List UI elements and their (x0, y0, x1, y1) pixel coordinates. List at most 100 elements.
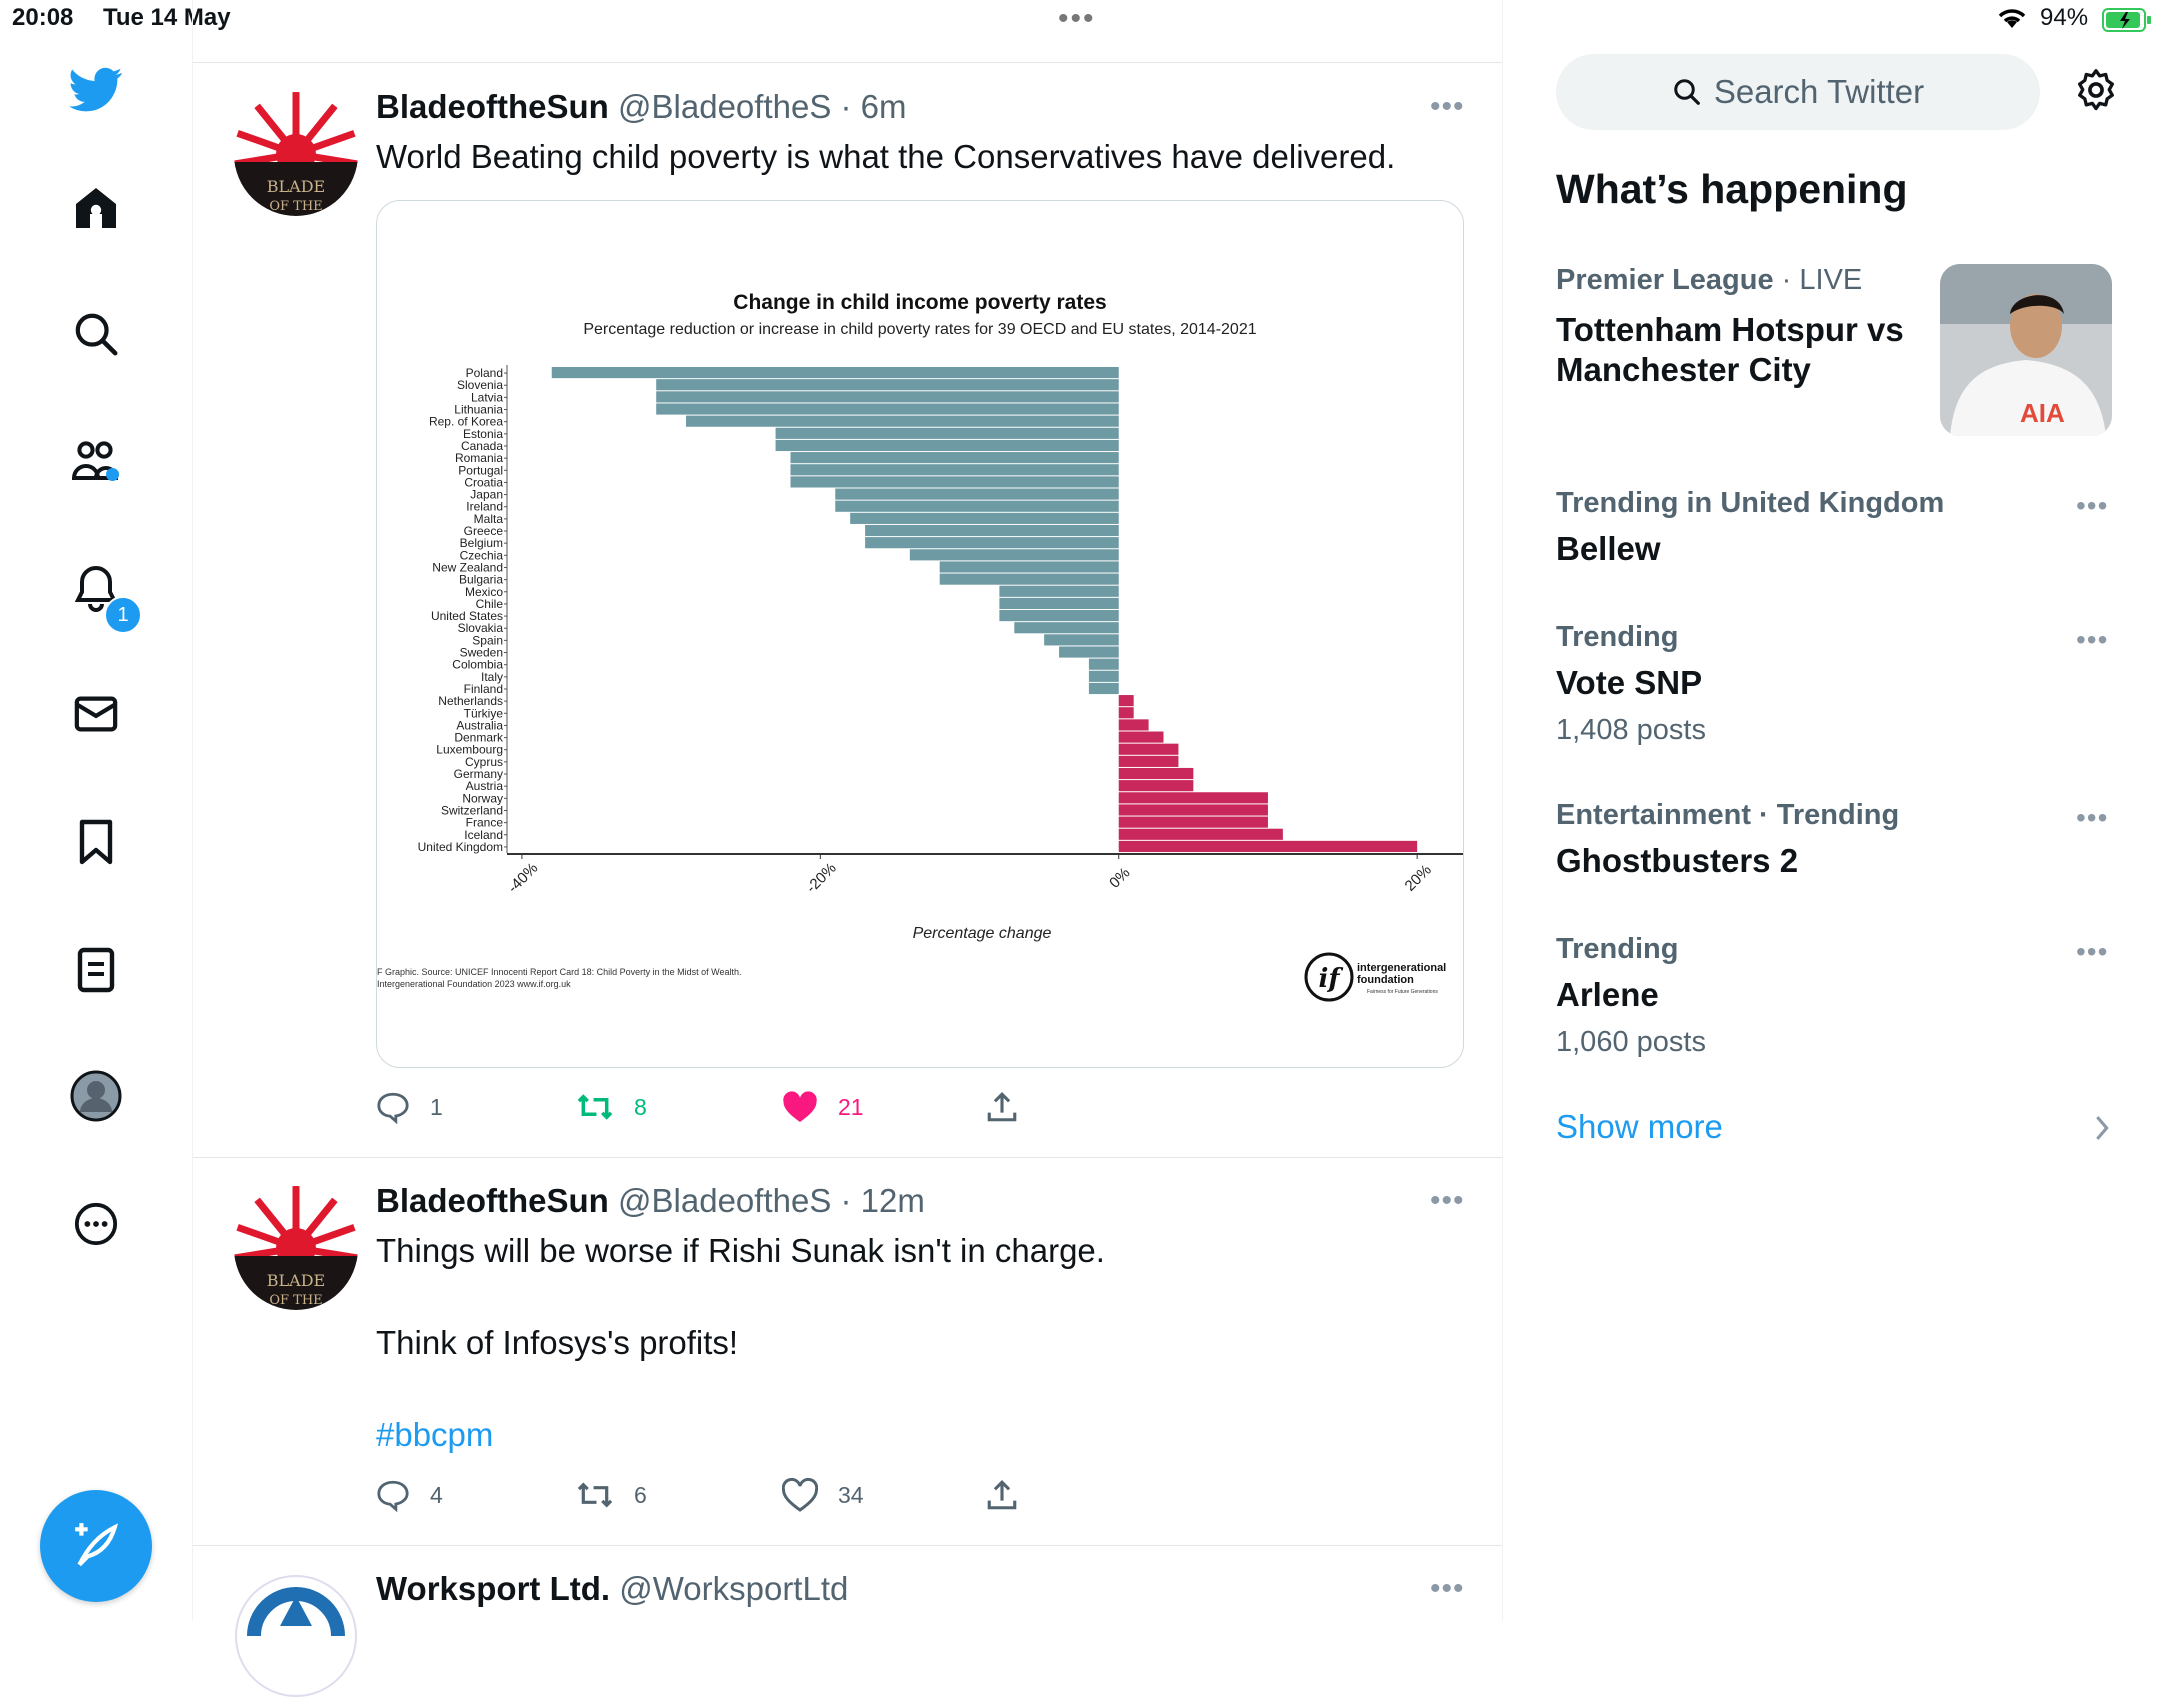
bar-ireland (835, 500, 1119, 512)
share-button[interactable] (986, 1090, 1038, 1124)
intergenerational-foundation-logo: if intergenerational foundation Fairness… (1304, 952, 1446, 1002)
search-icon[interactable] (66, 304, 126, 364)
avatar[interactable]: BLADE OF THE (234, 92, 358, 216)
svg-text:BLADE: BLADE (267, 177, 325, 196)
author-name[interactable]: BladeoftheSun (376, 88, 609, 125)
bar-cyprus (1118, 755, 1179, 767)
tweet-divider (193, 1157, 1502, 1158)
tweet-image-card[interactable]: Change in child income poverty rates Per… (376, 200, 1464, 1068)
bar-italy (1088, 670, 1119, 682)
bar-latvia (656, 391, 1119, 403)
lists-icon[interactable] (66, 940, 126, 1000)
author-name[interactable]: Worksport Ltd. (376, 1570, 610, 1607)
author-handle[interactable]: @BladeoftheS (618, 88, 831, 125)
tweet-time[interactable]: · 6m (841, 88, 907, 125)
search-icon (1674, 79, 1700, 105)
compose-feather-icon (75, 1523, 119, 1567)
tweet-time[interactable]: · 12m (841, 1182, 925, 1219)
chart-xlabel: Percentage change (913, 925, 1052, 942)
bookmarks-icon[interactable] (66, 812, 126, 872)
tweet-more-button[interactable]: ••• (1430, 90, 1465, 124)
right-divider (1502, 0, 1503, 1620)
trend-category: Trending (1556, 621, 1679, 653)
bar-bulgaria (939, 573, 1119, 585)
bar-united-states (999, 610, 1119, 622)
compose-tweet-button[interactable] (40, 1490, 152, 1602)
share-button[interactable] (986, 1478, 1038, 1512)
bar-poland (551, 367, 1119, 379)
trend-title: Ghostbusters 2 (1556, 842, 1799, 879)
show-more-link[interactable]: Show more (1556, 1108, 1723, 1146)
like-count: 21 (838, 1093, 864, 1120)
left-navigation: 1 (0, 40, 192, 1620)
trend-post-count: 1,408 posts (1556, 714, 1706, 746)
tweet-more-button[interactable]: ••• (1430, 1572, 1465, 1606)
reply-count: 4 (430, 1481, 443, 1508)
status-bar: 20:08 Tue 14 May ••• 94% (0, 0, 2160, 40)
bar-denmark (1118, 731, 1164, 743)
logo-tagline: Fairness for Future Generations (1367, 989, 1438, 995)
bar-chile (999, 597, 1119, 609)
trend-more-button[interactable]: ••• (2076, 802, 2108, 834)
bar-new-zealand (939, 561, 1119, 573)
bar-mexico (999, 585, 1119, 597)
like-button[interactable]: 21 (782, 1090, 864, 1124)
trend-more-button[interactable]: ••• (2076, 624, 2108, 656)
svg-text:if: if (1318, 964, 1343, 994)
trend-title: Vote SNP (1556, 664, 1703, 701)
like-button[interactable]: 34 (782, 1478, 864, 1512)
retweet-button[interactable]: 8 (576, 1090, 647, 1124)
tweet-text-line: Things will be worse if Rishi Sunak isn'… (376, 1232, 1105, 1269)
trend-category: Trending (1556, 933, 1679, 965)
twitter-logo-icon[interactable] (66, 60, 126, 120)
bar-malta (850, 512, 1119, 524)
bar-germany (1118, 767, 1194, 780)
retweet-icon (577, 1094, 613, 1120)
wifi-icon (1998, 9, 2026, 28)
news-title-line: Manchester City (1556, 351, 1811, 388)
heart-filled-icon (783, 1091, 817, 1122)
more-icon[interactable] (66, 1194, 126, 1254)
multitasking-dots[interactable]: ••• (1058, 2, 1096, 36)
home-icon[interactable] (66, 178, 126, 238)
svg-text:OF THE: OF THE (269, 199, 322, 214)
reply-button[interactable]: 4 (376, 1478, 443, 1512)
search-bar[interactable]: Search Twitter (1556, 54, 2040, 130)
avatar[interactable] (234, 1574, 358, 1698)
communities-icon[interactable] (66, 430, 126, 490)
category-label: United Kingdom (418, 840, 503, 854)
reply-button[interactable]: 1 (376, 1090, 443, 1124)
bar-lithuania (656, 403, 1119, 415)
reply-icon (377, 1480, 409, 1512)
author-handle[interactable]: @BladeoftheS (618, 1182, 831, 1219)
retweet-button[interactable]: 6 (576, 1478, 647, 1512)
author-handle[interactable]: @WorksportLtd (619, 1570, 848, 1607)
bar-greece (865, 524, 1119, 537)
bar-norway (1118, 792, 1268, 804)
bar-sweden (1059, 646, 1119, 658)
tweet-more-button[interactable]: ••• (1430, 1184, 1465, 1218)
bar-australia (1118, 719, 1149, 731)
profile-icon[interactable] (66, 1066, 126, 1126)
hashtag-link[interactable]: #bbcpm (376, 1416, 493, 1454)
tweet-text: World Beating child poverty is what the … (376, 138, 1396, 175)
chart-title: Change in child income poverty rates (733, 291, 1106, 314)
trend-post-count: 1,060 posts (1556, 1026, 1706, 1058)
bar-luxembourg (1118, 743, 1179, 755)
heart-icon (782, 1478, 818, 1512)
trend-more-button[interactable]: ••• (2076, 490, 2108, 522)
tweet-header: Worksport Ltd. @WorksportLtd (376, 1570, 848, 1608)
messages-icon[interactable] (66, 684, 126, 744)
share-icon (987, 1092, 1017, 1122)
trend-title: Arlene (1556, 976, 1659, 1013)
battery-icon (2102, 8, 2151, 32)
trend-more-button[interactable]: ••• (2076, 936, 2108, 968)
settings-gear-icon[interactable] (2074, 68, 2118, 112)
avatar[interactable]: BLADE OF THE (234, 1186, 358, 1310)
tweet-header: BladeoftheSun @BladeoftheS · 6m (376, 88, 907, 126)
author-name[interactable]: BladeoftheSun (376, 1182, 609, 1219)
trend-category: Trending in United Kingdom (1556, 487, 1945, 519)
bar-czechia (909, 549, 1119, 561)
bar-spain (1044, 634, 1119, 646)
news-thumbnail[interactable]: AIA (1940, 264, 2112, 436)
